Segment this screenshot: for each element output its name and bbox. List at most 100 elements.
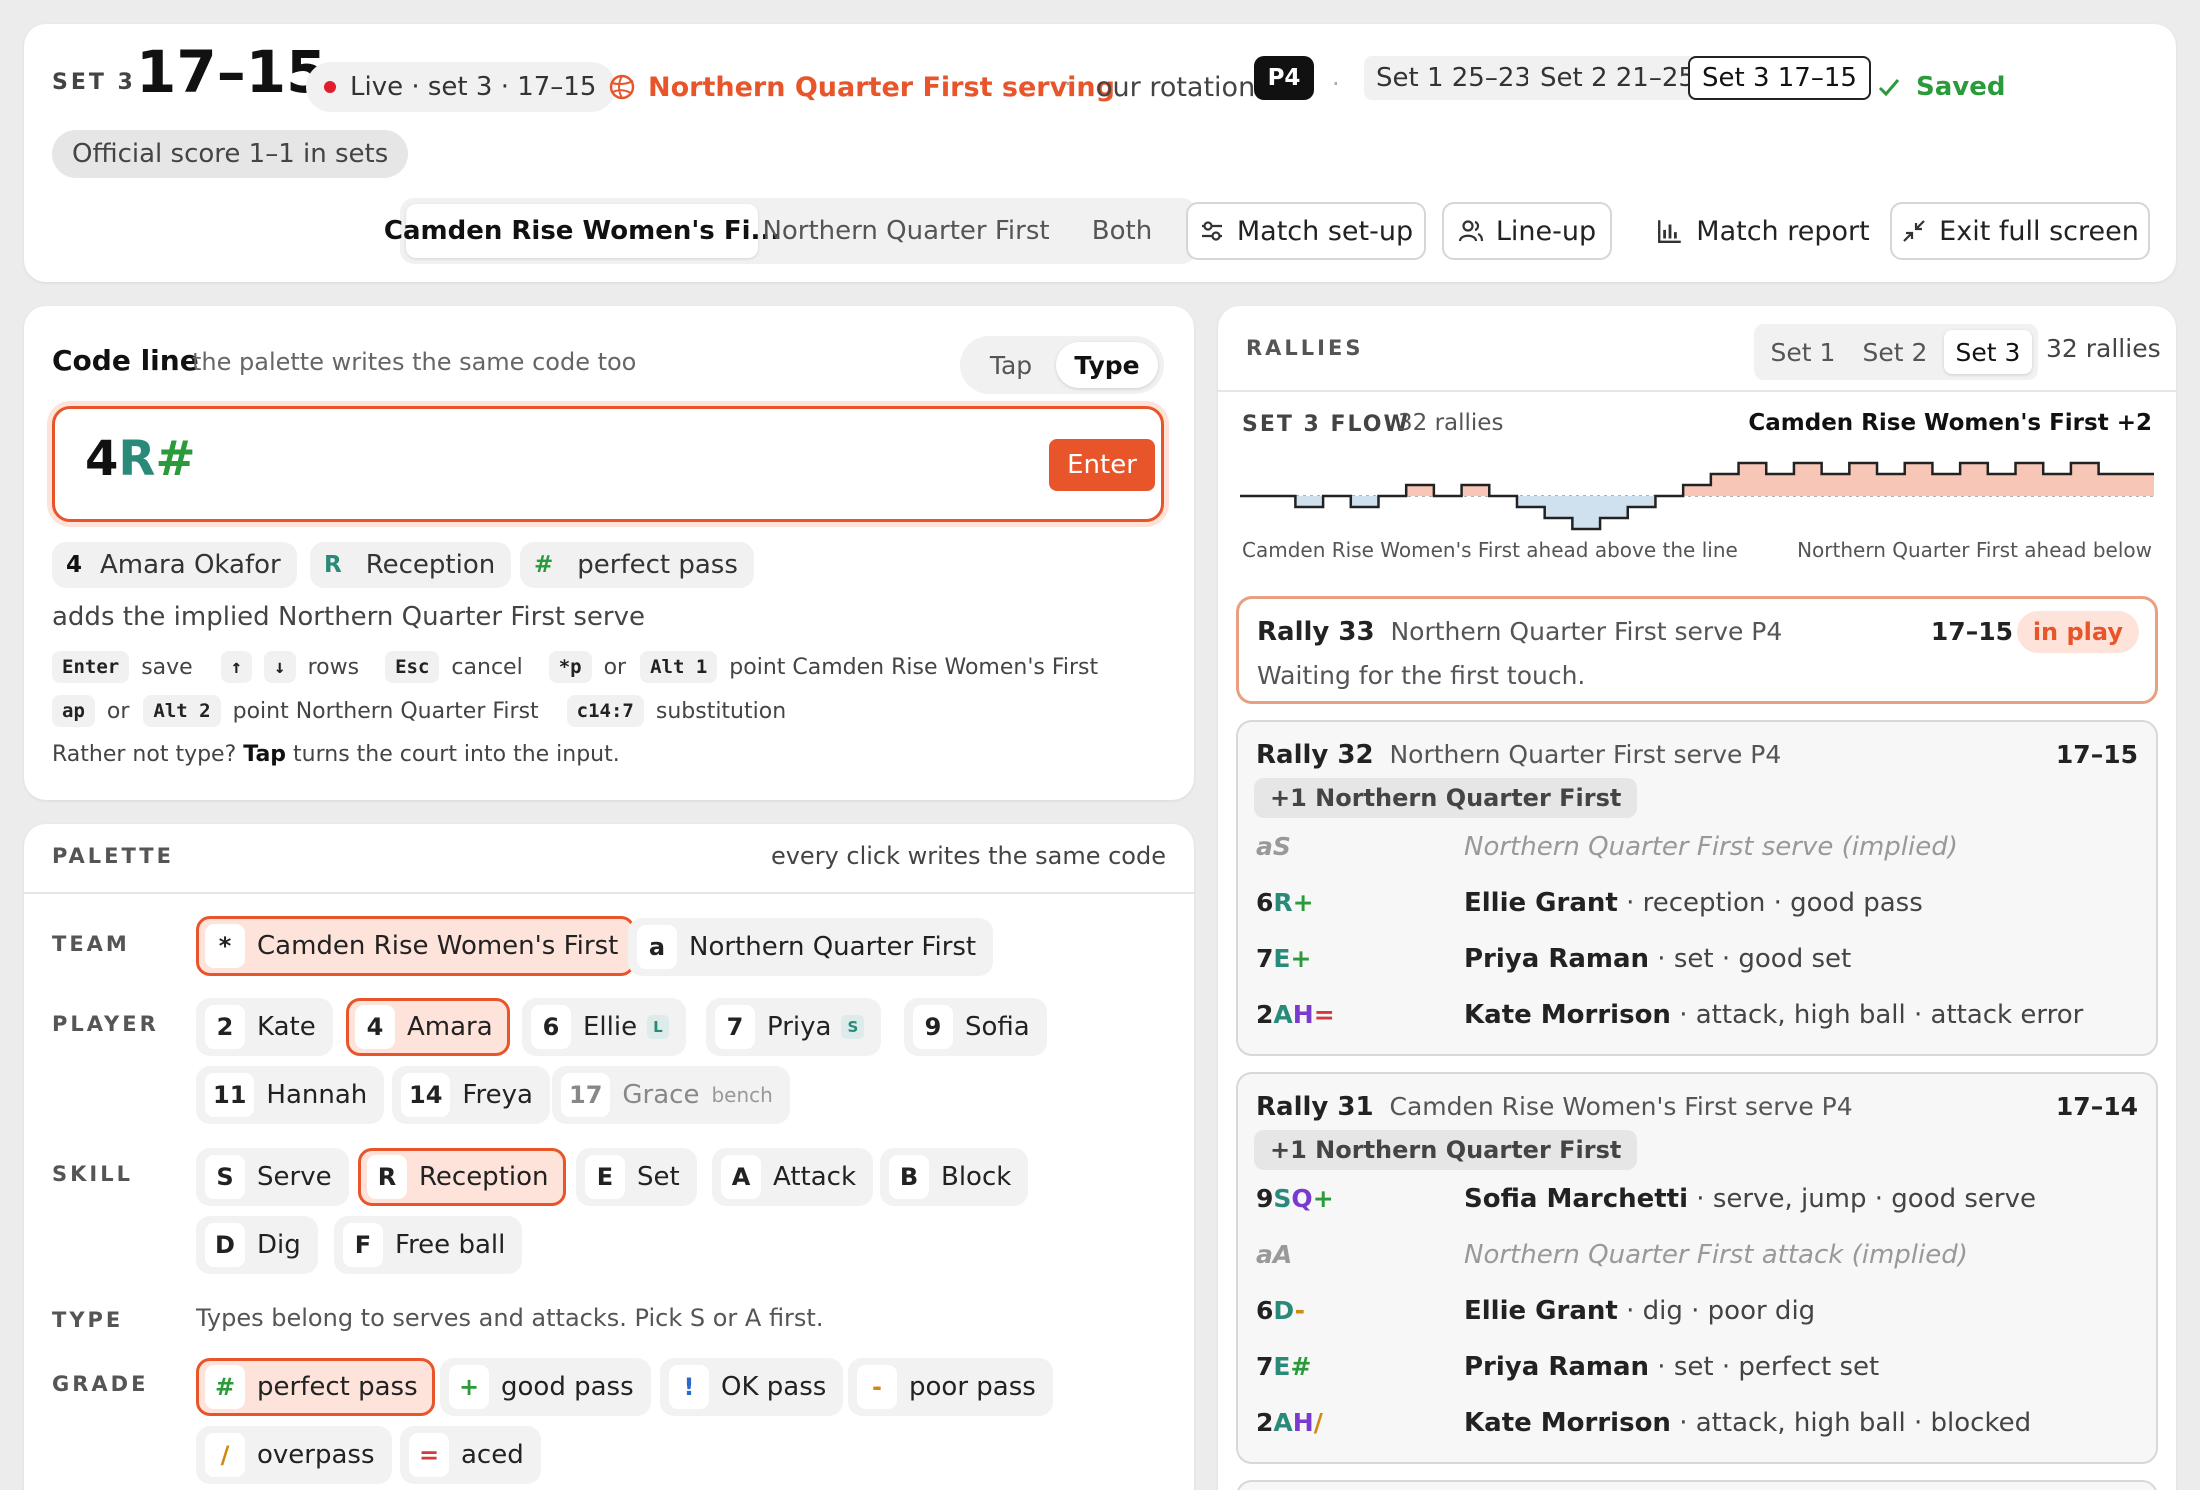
minimize-icon: [1903, 220, 1925, 242]
flow-bar: [1793, 463, 1823, 496]
flow-bar: [1683, 485, 1712, 496]
users-icon: [1458, 220, 1483, 242]
bench-tag: bench: [711, 1083, 773, 1107]
current-score: 17–15: [136, 38, 327, 106]
rally-tab-set-1[interactable]: Set 1: [1760, 330, 1846, 374]
set-flow-chart: [1240, 461, 2154, 531]
rally-31-event: aA Northern Quarter First attack (implied…: [1256, 1240, 1968, 1270]
match-report-label: Match report: [1696, 215, 1870, 247]
set-3-score-tab[interactable]: Set 3 17–15: [1688, 56, 1871, 100]
flow-bar: [1627, 496, 1656, 507]
live-badge: Live · set 3 · 17–15: [306, 62, 617, 112]
label-team: TEAM: [52, 932, 130, 956]
shortcut-line-2: ap or Alt 2 point Northern Quarter First c…: [52, 694, 786, 728]
player-17[interactable]: 17 Grace bench: [552, 1066, 790, 1124]
match-setup-button[interactable]: Match set-up: [1186, 202, 1426, 260]
skill-block[interactable]: B Block: [880, 1148, 1029, 1206]
player-4[interactable]: 4 Amara: [346, 998, 510, 1056]
skill-reception[interactable]: R Reception: [358, 1148, 566, 1206]
saved-status: Saved: [1876, 62, 2005, 112]
flow-bar: [2070, 463, 2100, 496]
exit-fullscreen-label: Exit full screen: [1939, 215, 2139, 247]
rally-31-card[interactable]: Rally 31 Camden Rise Women's First serve…: [1236, 1072, 2158, 1464]
flow-bar: [1350, 496, 1379, 507]
team-camden-rise[interactable]: * Camden Rise Women's First: [196, 916, 636, 976]
player-7[interactable]: 7 Priya S: [706, 998, 882, 1056]
set-2-score-tab[interactable]: Set 2 21–25: [1528, 56, 1707, 100]
label-player: PLAYER: [52, 1012, 159, 1036]
player-9[interactable]: 9 Sofia: [904, 998, 1047, 1056]
player-2[interactable]: 2 Kate: [196, 998, 333, 1056]
rally-30-card[interactable]: [1236, 1480, 2158, 1490]
sliders-icon: [1201, 221, 1222, 241]
label-grade: GRADE: [52, 1372, 149, 1396]
flow-bar: [1295, 496, 1324, 507]
flow-bar: [1904, 463, 1933, 496]
in-play-badge: in play: [2016, 611, 2139, 653]
flow-bar: [1766, 474, 1795, 496]
match-report-button[interactable]: Match report: [1644, 202, 1882, 260]
skill-dig[interactable]: D Dig: [196, 1216, 318, 1274]
tab-camden-rise[interactable]: Camden Rise Women's Fi...: [384, 204, 780, 258]
flow-bar: [1987, 474, 2017, 496]
team-northern-quarter[interactable]: a Northern Quarter First: [628, 918, 994, 976]
code-input[interactable]: 4R# Enter: [52, 406, 1164, 522]
rally-33-card[interactable]: Rally 33 Northern Quarter First serve P4…: [1236, 596, 2158, 704]
player-6[interactable]: 6 Ellie L: [522, 998, 686, 1056]
scoreboard-bar: SET 3 17–15 Live · set 3 · 17–15 Norther…: [24, 24, 2176, 282]
grade-perfect[interactable]: # perfect pass: [196, 1358, 435, 1416]
kbd-enter: Enter: [52, 651, 130, 683]
setter-tag: S: [841, 1015, 865, 1039]
live-dot-icon: [324, 81, 336, 93]
flow-bar: [2043, 474, 2072, 496]
player-14[interactable]: 14 Freya: [392, 1066, 550, 1124]
skill-free-ball[interactable]: F Free ball: [334, 1216, 523, 1274]
divider: [24, 892, 1194, 894]
flow-bar: [1877, 474, 1906, 496]
grade-overpass[interactable]: / overpass: [196, 1426, 392, 1484]
flow-below-label: Northern Quarter First ahead below: [1797, 538, 2152, 562]
player-11[interactable]: 11 Hannah: [196, 1066, 385, 1124]
rally-32-event: 6R+ Ellie Grant · reception · good pass: [1256, 888, 1923, 918]
kbd-esc: Esc: [385, 651, 440, 683]
grade-good[interactable]: + good pass: [440, 1358, 651, 1416]
rally-32-card[interactable]: Rally 32 Northern Quarter First serve P4…: [1236, 720, 2158, 1056]
exit-fullscreen-button[interactable]: Exit full screen: [1890, 202, 2150, 260]
implied-note: adds the implied Northern Quarter First …: [52, 602, 645, 632]
rally-31-header: Rally 31 Camden Rise Women's First serve…: [1256, 1092, 1853, 1122]
flow-bar: [1600, 496, 1629, 518]
grade-ok[interactable]: ! OK pass: [660, 1358, 844, 1416]
enter-button[interactable]: Enter: [1049, 439, 1155, 491]
rally-tab-set-3[interactable]: Set 3: [1944, 330, 2032, 374]
grade-aced[interactable]: = aced: [400, 1426, 541, 1484]
kbd-down: ↓: [264, 651, 296, 683]
palette-title: PALETTE: [52, 844, 174, 868]
flow-bar: [1849, 463, 1878, 496]
skill-serve[interactable]: S Serve: [196, 1148, 349, 1206]
shortcut-line-1: Enter save ↑ ↓ rows Esc cancel *p or Alt 1 poi…: [52, 650, 1098, 684]
flow-above-label: Camden Rise Women's First ahead above th…: [1242, 538, 1738, 562]
mode-tap[interactable]: Tap: [968, 342, 1054, 388]
skill-attack[interactable]: A Attack: [712, 1148, 874, 1206]
tab-both[interactable]: Both: [1062, 204, 1182, 258]
tab-northern-quarter[interactable]: Northern Quarter First: [762, 204, 1049, 258]
rally-32-event: 2AH= Kate Morrison · attack, high ball · …: [1256, 1000, 2084, 1030]
rally-tab-set-2[interactable]: Set 2: [1852, 330, 1938, 374]
rally-31-event: 9SQ+ Sofia Marchetti · serve, jump · good…: [1256, 1184, 2036, 1214]
flow-bar: [1544, 496, 1573, 518]
mode-type[interactable]: Type: [1056, 342, 1158, 388]
skill-set[interactable]: E Set: [576, 1148, 697, 1206]
rally-32-header: Rally 32 Northern Quarter First serve P4: [1256, 740, 1782, 770]
set-1-score-tab[interactable]: Set 1 25–23: [1364, 56, 1543, 100]
tap-tip: Rather not type? Tap turns the court int…: [52, 742, 620, 767]
grade-poor[interactable]: - poor pass: [848, 1358, 1053, 1416]
kbd-up: ↑: [220, 651, 253, 683]
rally-31-event: 7E# Priya Raman · set · perfect set: [1256, 1352, 1880, 1382]
official-score-badge: Official score 1–1 in sets: [52, 130, 409, 178]
libero-tag: L: [647, 1015, 669, 1039]
saved-text: Saved: [1916, 72, 2006, 102]
flow-bar: [2126, 474, 2154, 496]
match-setup-label: Match set-up: [1236, 215, 1414, 247]
lineup-button[interactable]: Line-up: [1442, 202, 1612, 260]
rally-32-point-badge: +1 Northern Quarter First: [1254, 778, 1638, 818]
